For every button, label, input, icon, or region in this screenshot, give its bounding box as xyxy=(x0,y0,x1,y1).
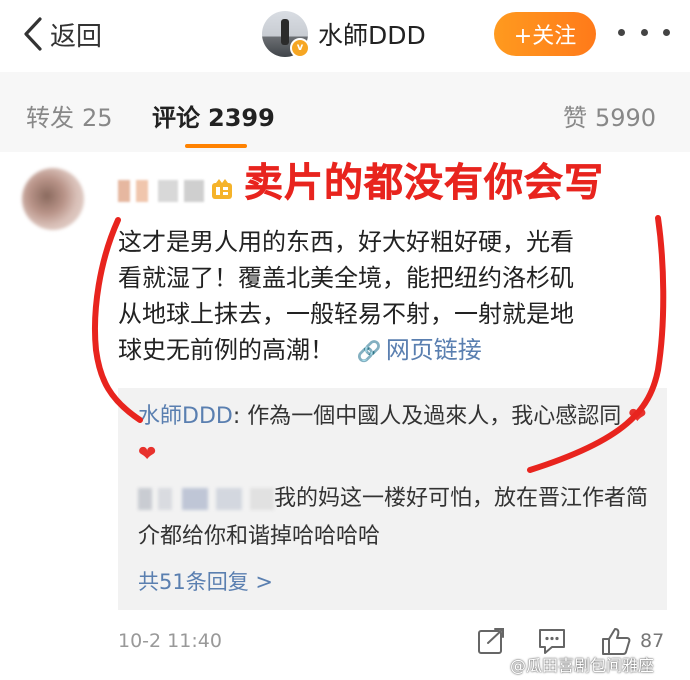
comment-line: 从地球上抹去，一般轻易不射，一射就是地 xyxy=(118,300,574,328)
tab-comment[interactable]: 评论 2399 xyxy=(152,98,275,133)
member-badge-icon xyxy=(212,179,232,199)
view-all-replies-link[interactable]: 共51条回复 > xyxy=(138,566,273,596)
reply-item[interactable]: 我的妈这一楼好可怕，放在晋江作者简介都给你和谐掉哈哈哈哈 xyxy=(138,480,653,556)
comment-line: 这才是男人用的东西，好大好粗好硬，光看 xyxy=(118,228,574,256)
comment-line-last: 球史无前例的高潮！ 🔗 网页链接 xyxy=(118,332,648,369)
reply-text-prefix: 我的妈 xyxy=(274,486,341,511)
verified-badge-icon: v xyxy=(290,38,310,58)
tab-comment-count: 2399 xyxy=(208,104,275,132)
annotation-caption: 卖片的都没有你会写 xyxy=(244,161,605,207)
commenter-avatar[interactable] xyxy=(22,168,84,230)
tab-repost[interactable]: 转发 25 xyxy=(26,98,113,133)
tab-repost-count: 25 xyxy=(82,104,113,132)
tab-repost-label: 转发 xyxy=(26,104,74,132)
share-icon[interactable] xyxy=(476,626,508,656)
tab-like-count: 5990 xyxy=(595,104,657,132)
tab-like[interactable]: 赞 5990 xyxy=(563,98,656,133)
reply-author[interactable]: 水師DDD xyxy=(138,404,233,429)
chevron-left-icon xyxy=(24,17,42,51)
commenter-name-blurred[interactable] xyxy=(118,180,204,202)
web-link[interactable]: 🔗 网页链接 xyxy=(342,336,482,364)
comment-body: 这才是男人用的东西，好大好粗好硬，光看 看就湿了！覆盖北美全境，能把纽约洛杉矶 … xyxy=(118,224,648,369)
author-header[interactable]: 水師DDD xyxy=(262,10,426,58)
web-link-label[interactable]: 网页链接 xyxy=(386,336,482,364)
reply-author-blurred[interactable] xyxy=(138,488,274,510)
top-bar: 返回 水師DDD v +关注 xyxy=(0,0,690,70)
follow-button[interactable]: +关注 xyxy=(494,12,596,56)
reply-item[interactable]: 水師DDD: 作為一個中國人及過來人，我心感認同 ❤❤ xyxy=(138,398,653,474)
reply-text: : 作為一個中國人及過來人，我心感認同 xyxy=(232,404,622,429)
tab-comment-label: 评论 xyxy=(152,104,200,132)
watermark: @瓜田喜剧包间雅座 xyxy=(510,656,655,675)
tab-like-label: 赞 xyxy=(563,104,587,132)
replies-box[interactable]: 水師DDD: 作為一個中國人及過來人，我心感認同 ❤❤ 我的妈这一楼好可怕，放在… xyxy=(118,388,667,610)
comment-line: 球史无前例的高潮！ xyxy=(118,336,334,364)
author-name[interactable]: 水師DDD xyxy=(318,16,426,52)
more-options-icon[interactable] xyxy=(618,20,670,44)
back-button[interactable]: 返回 xyxy=(22,14,102,54)
active-tab-indicator xyxy=(185,144,247,148)
link-icon: 🔗 xyxy=(356,339,382,363)
comment-line: 看就湿了！覆盖北美全境，能把纽约洛杉矶 xyxy=(118,264,574,292)
like-count: 87 xyxy=(640,630,665,652)
comment-timestamp: 10-2 11:40 xyxy=(118,630,222,652)
back-label: 返回 xyxy=(50,21,103,52)
